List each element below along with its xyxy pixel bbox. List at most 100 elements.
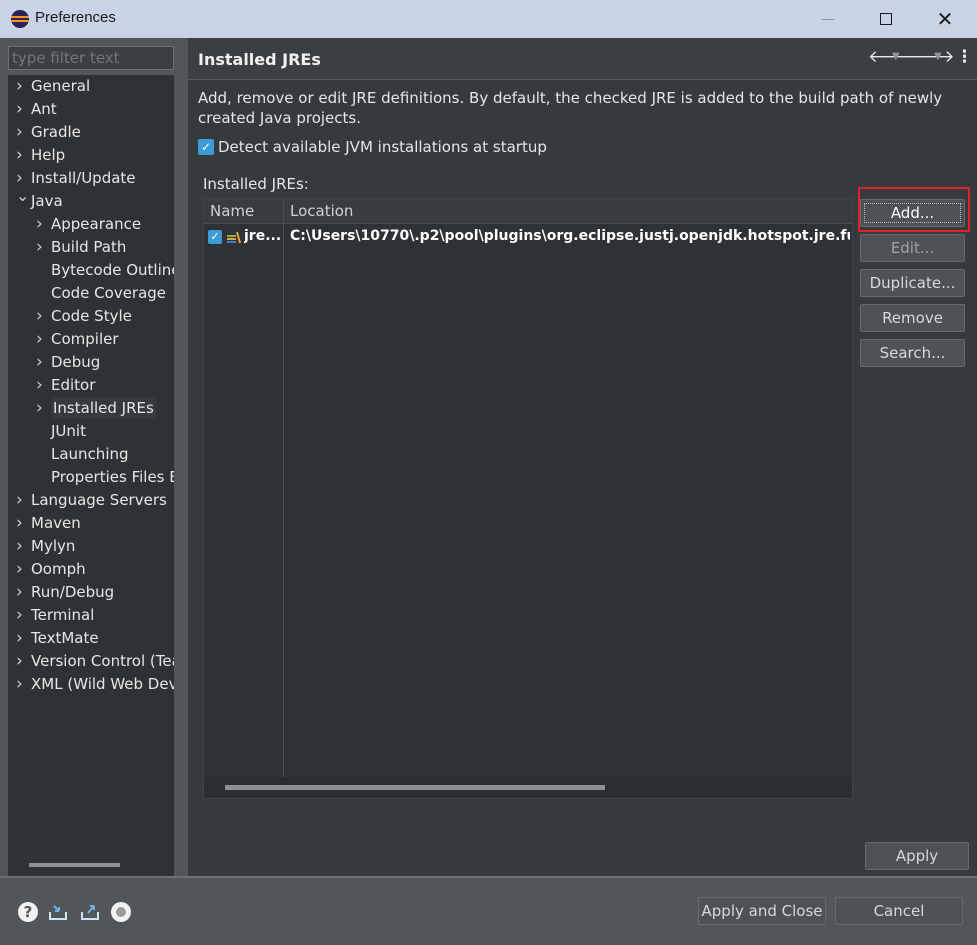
tree-item-label: Appearance [51, 215, 142, 233]
tree-item-label: Debug [51, 353, 101, 371]
tree-item[interactable]: › Installed JREs [8, 397, 174, 419]
tree-item[interactable]: › General [8, 75, 174, 97]
tree-item[interactable]: › TextMate [8, 627, 174, 649]
tree-item[interactable]: Properties Files Editor [8, 466, 174, 488]
forward-arrow-icon[interactable]: 🡒 [909, 47, 955, 67]
tree-item-label: Code Style [51, 307, 132, 325]
chevron-right-icon[interactable]: › [36, 374, 48, 396]
table-header: Name Location [204, 199, 852, 224]
apply-button[interactable]: Apply [865, 842, 969, 870]
add-button[interactable]: Add... [860, 199, 965, 227]
chevron-right-icon[interactable]: › [36, 397, 48, 419]
view-menu-icon[interactable]: ⋮ [956, 47, 973, 67]
row-checkbox[interactable]: ✓ [208, 230, 222, 244]
edit-button[interactable]: Edit... [860, 234, 965, 262]
tree-item-label: Properties Files Editor [51, 468, 174, 486]
tree-item[interactable]: › Oomph [8, 558, 174, 580]
tree-item[interactable]: JUnit [8, 420, 174, 442]
tree-item-label: Gradle [31, 123, 81, 141]
chevron-right-icon[interactable]: › [16, 650, 28, 672]
chevron-right-icon[interactable]: › [36, 236, 48, 258]
tree-item[interactable]: › Debug [8, 351, 174, 373]
tree-item[interactable]: › Appearance [8, 213, 174, 235]
chevron-right-icon[interactable]: › [16, 144, 28, 166]
tree-item[interactable]: ›XML (Wild Web Developer) [8, 673, 174, 695]
tree-item-label: General [31, 77, 91, 95]
tree-horizontal-scrollbar[interactable] [8, 856, 174, 876]
tree-item-label: Maven [31, 514, 81, 532]
detect-jvm-label: Detect available JVM installations at st… [218, 138, 547, 156]
tree-item[interactable]: › Install/Update [8, 167, 174, 189]
chevron-right-icon[interactable]: › [16, 512, 28, 534]
chevron-right-icon[interactable]: › [16, 121, 28, 143]
tree-item[interactable]: › Terminal [8, 604, 174, 626]
cancel-button[interactable]: Cancel [835, 897, 963, 925]
tree-item[interactable]: › Ant [8, 98, 174, 120]
title-bar: Preferences ✕ [0, 0, 977, 38]
tree-item[interactable]: › Help [8, 144, 174, 166]
tree-item[interactable]: Code Coverage [8, 282, 174, 304]
chevron-right-icon[interactable]: › [16, 581, 28, 603]
remove-button[interactable]: Remove [860, 304, 965, 332]
record-icon[interactable] [111, 902, 131, 922]
export-icon[interactable] [80, 902, 100, 922]
maximize-icon [880, 13, 892, 25]
tree-item[interactable]: › Run/Debug [8, 581, 174, 603]
table-row[interactable]: ✓ jre... C:\Users\10770\.p2\pool\plugins… [204, 226, 852, 248]
jre-location-cell: C:\Users\10770\.p2\pool\plugins\org.ecli… [290, 228, 850, 244]
jre-table[interactable]: Name Location ✓ jre... C:\Users\10770\.p… [203, 198, 853, 799]
chevron-right-icon[interactable]: › [16, 673, 28, 695]
page-description: Add, remove or edit JRE definitions. By … [198, 89, 943, 127]
close-icon: ✕ [936, 7, 954, 31]
help-icon[interactable]: ? [18, 902, 38, 922]
chevron-right-icon[interactable]: › [16, 627, 28, 649]
tree-item-label: Editor [51, 376, 96, 394]
filter-input[interactable] [8, 46, 174, 70]
tree-item[interactable]: › Code Style [8, 305, 174, 327]
tree-item[interactable]: › Editor [8, 374, 174, 396]
tree-item[interactable]: › Gradle [8, 121, 174, 143]
chevron-right-icon[interactable]: › [36, 328, 48, 350]
tree-item[interactable]: Launching [8, 443, 174, 465]
back-dropdown-icon[interactable]: ▼ [892, 51, 900, 62]
preference-tree-panel: ›General›Ant›Gradle›Help›Install/Update⌄… [0, 38, 185, 876]
column-divider[interactable] [283, 199, 284, 777]
chevron-right-icon[interactable]: › [16, 604, 28, 626]
tree-item[interactable]: › Compiler [8, 328, 174, 350]
column-header-name[interactable]: Name [210, 202, 254, 220]
tree-item-label: Bytecode Outline [51, 261, 174, 279]
chevron-right-icon[interactable]: › [16, 75, 28, 97]
chevron-right-icon[interactable]: › [36, 305, 48, 327]
tree-item[interactable]: › Build Path [8, 236, 174, 258]
chevron-right-icon[interactable]: › [36, 351, 48, 373]
tree-item[interactable]: › Mylyn [8, 535, 174, 557]
tree-item-label: Version Control (Team) [31, 652, 174, 670]
tree-item[interactable]: ⌄ Java [8, 186, 174, 212]
tree-item[interactable]: ›Version Control (Team) [8, 650, 174, 672]
jre-library-icon [227, 231, 241, 244]
chevron-right-icon[interactable]: › [16, 98, 28, 120]
column-header-location[interactable]: Location [290, 202, 353, 220]
apply-and-close-button[interactable]: Apply and Close [698, 897, 826, 925]
tree-item[interactable]: › Maven [8, 512, 174, 534]
chevron-right-icon[interactable]: › [16, 535, 28, 557]
chevron-down-icon[interactable]: ⌄ [16, 185, 29, 207]
import-icon[interactable] [48, 902, 68, 922]
chevron-right-icon[interactable]: › [16, 489, 28, 511]
close-button[interactable]: ✕ [917, 0, 973, 38]
maximize-button[interactable] [858, 0, 914, 38]
tree-item[interactable]: › Language Servers [8, 489, 174, 511]
table-horizontal-scrollbar[interactable] [204, 777, 852, 798]
back-arrow-icon[interactable]: 🡐 [868, 47, 914, 67]
duplicate-button[interactable]: Duplicate... [860, 269, 965, 297]
checkmark-icon[interactable]: ✓ [198, 139, 214, 155]
minimize-button[interactable] [800, 0, 856, 38]
forward-dropdown-icon[interactable]: ▼ [934, 51, 942, 62]
table-scroll-thumb[interactable] [225, 785, 605, 790]
chevron-right-icon[interactable]: › [36, 213, 48, 235]
tree-scroll-thumb[interactable] [29, 863, 120, 867]
search-button[interactable]: Search... [860, 339, 965, 367]
chevron-right-icon[interactable]: › [16, 558, 28, 580]
installed-jres-label: Installed JREs: [203, 175, 309, 193]
tree-item[interactable]: Bytecode Outline [8, 259, 174, 281]
